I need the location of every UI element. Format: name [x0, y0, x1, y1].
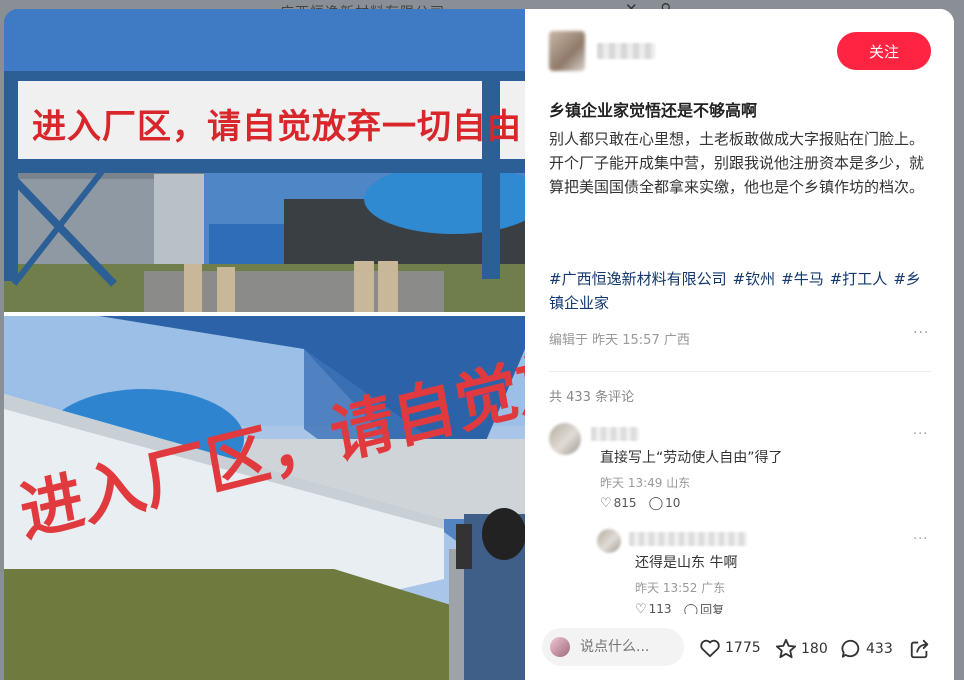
- reply-more-icon[interactable]: ···: [913, 532, 928, 547]
- user-avatar: [550, 637, 570, 657]
- heart-icon: ♡: [600, 496, 612, 511]
- comment-more-icon[interactable]: ···: [913, 427, 928, 442]
- comment-reply-count: 10: [665, 496, 681, 510]
- top-sign-slogan: 进入厂区，请自觉放弃一切自由: [32, 107, 522, 147]
- heart-icon: [700, 639, 720, 658]
- post-image[interactable]: 进入厂区，请自觉放弃一切自由 进入厂区，请自觉放弃一切自由: [4, 9, 525, 680]
- tag-link[interactable]: #钦州: [733, 270, 776, 288]
- avatar[interactable]: [549, 31, 585, 71]
- divider: [549, 371, 931, 372]
- more-options-icon[interactable]: ···: [913, 325, 929, 341]
- collect-button[interactable]: 180: [775, 638, 828, 659]
- follow-button[interactable]: 关注: [837, 32, 931, 70]
- comment-reply-button[interactable]: ◯ 10: [649, 496, 681, 511]
- like-button[interactable]: 1775: [699, 638, 761, 658]
- note-detail-panel: 关注 乡镇企业家觉悟还是不够高啊 别人都只敢在心里想，土老板敢做成大字报贴在门脸…: [525, 9, 954, 680]
- tag-link[interactable]: #打工人: [830, 270, 888, 288]
- comment-count-stat: 433: [866, 640, 893, 657]
- chat-bubble-icon: ◯: [648, 496, 664, 511]
- post-body: 别人都只敢在心里想，土老板敢做成大字报贴在门脸上。 开个厂子能开成集中营，别跟我…: [549, 127, 931, 199]
- share-button[interactable]: [909, 638, 935, 660]
- post-paragraph: 别人都只敢在心里想，土老板敢做成大字报贴在门脸上。: [549, 130, 925, 148]
- post-edit-meta: 编辑于 昨天 15:57 广西: [549, 333, 690, 348]
- author-info[interactable]: [549, 31, 655, 71]
- author-name-blurred[interactable]: [597, 43, 655, 59]
- reply-time: 昨天 13:52 广东: [635, 581, 726, 595]
- interaction-bar: 1775 180 433: [525, 614, 954, 680]
- collect-count: 180: [801, 640, 828, 657]
- like-count: 1775: [725, 640, 761, 656]
- note-card: 进入厂区，请自觉放弃一切自由 进入厂区，请自觉放弃一切自由 关注 乡镇企业家觉悟…: [4, 9, 954, 680]
- post-title: 乡镇企业家觉悟还是不够高啊: [549, 101, 758, 120]
- share-icon: [910, 639, 929, 659]
- comment-input[interactable]: [578, 638, 682, 656]
- tag-link[interactable]: #广西恒逸新材料有限公司: [549, 270, 727, 288]
- chat-bubble-icon: [841, 639, 860, 658]
- comment-time: 昨天 13:49 山东: [600, 476, 691, 490]
- comment-like-button[interactable]: ♡ 815: [600, 496, 637, 511]
- reply-text: 还得是山东 牛啊: [635, 555, 738, 571]
- tag-link[interactable]: #牛马: [781, 270, 824, 288]
- comment-like-count: 815: [613, 496, 637, 510]
- post-paragraph: 开个厂子能开成集中营，别跟我说他注册资本是多少，就算把美国国债全都拿来实缴，他也…: [549, 154, 925, 196]
- comment-text: 直接写上“劳动使人自由”得了: [600, 450, 783, 466]
- comment-input-box[interactable]: [542, 628, 684, 666]
- reply-avatar[interactable]: [597, 529, 621, 553]
- comment-author-blurred[interactable]: [591, 427, 639, 441]
- comment-button[interactable]: 433: [840, 638, 893, 659]
- reply-author-blurred[interactable]: [629, 532, 747, 546]
- star-icon: [775, 638, 797, 659]
- comment-avatar[interactable]: [549, 423, 581, 455]
- comment-count: 共 433 条评论: [549, 390, 635, 405]
- post-tags: #广西恒逸新材料有限公司 #钦州 #牛马 #打工人 #乡镇企业家: [549, 267, 931, 315]
- comment-actions: ♡ 815 ◯ 10: [600, 496, 680, 511]
